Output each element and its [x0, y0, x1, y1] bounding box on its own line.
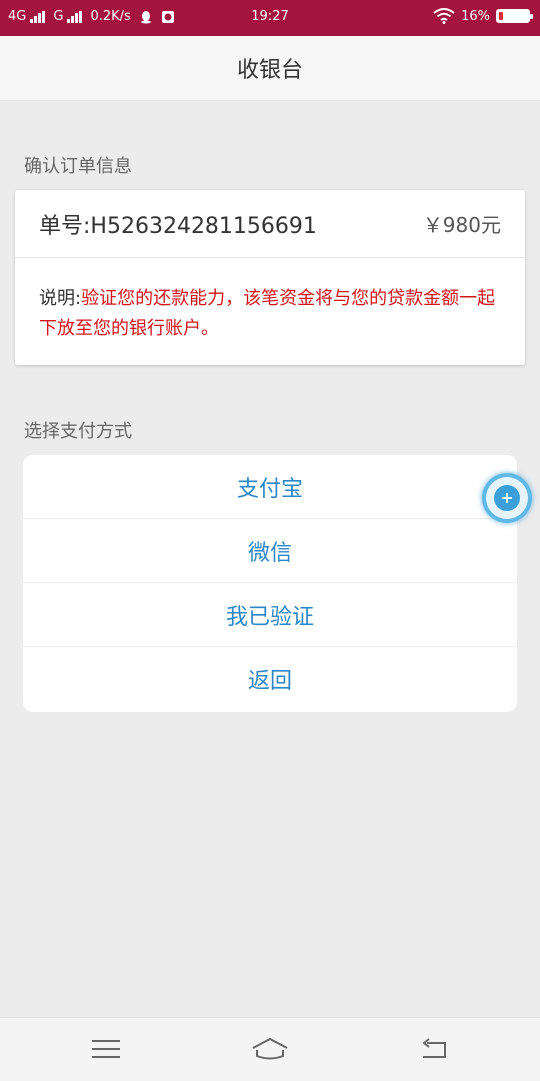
status-right: 16% [433, 8, 533, 24]
menu-icon[interactable] [86, 1032, 126, 1066]
order-summary-row: 单号:H526324281156691 ￥980元 [15, 190, 525, 258]
home-icon[interactable] [250, 1032, 290, 1066]
page-title: 收银台 [236, 58, 303, 83]
note-label: 说明: [39, 288, 82, 309]
order-note: 说明:验证您的还款能力，该笔资金将与您的贷款金额一起下放至您的银行账户。 [15, 258, 525, 344]
assistive-touch-inner: + [494, 485, 520, 511]
pay-option-back[interactable]: 返回 [23, 647, 517, 711]
navigation-bar [0, 1017, 540, 1081]
status-bar: 4G G 0.2K/s 19:27 16% [0, 0, 540, 36]
assistive-touch-icon[interactable]: + [482, 473, 532, 523]
wifi-icon [433, 8, 455, 24]
battery-level-fill [499, 12, 504, 20]
back-icon[interactable] [414, 1032, 454, 1066]
battery-percent: 16% [461, 8, 490, 24]
pay-option-alipay[interactable]: 支付宝 [23, 455, 517, 519]
pay-option-wechat[interactable]: 微信 [23, 519, 517, 583]
payment-section-label: 选择支付方式 [24, 421, 132, 442]
order-number: 单号:H526324281156691 [39, 213, 317, 239]
payment-options-list: 支付宝 微信 我已验证 返回 [23, 455, 517, 712]
page-title-bar: 收银台 [0, 36, 540, 101]
order-info-card: 单号:H526324281156691 ￥980元 说明:验证您的还款能力，该笔… [15, 190, 525, 365]
note-text: 验证您的还款能力，该笔资金将与您的贷款金额一起下放至您的银行账户。 [39, 288, 496, 339]
battery-icon [496, 9, 533, 23]
order-section-label: 确认订单信息 [24, 156, 132, 177]
pay-option-verified[interactable]: 我已验证 [23, 583, 517, 647]
order-amount: ￥980元 [422, 213, 501, 237]
